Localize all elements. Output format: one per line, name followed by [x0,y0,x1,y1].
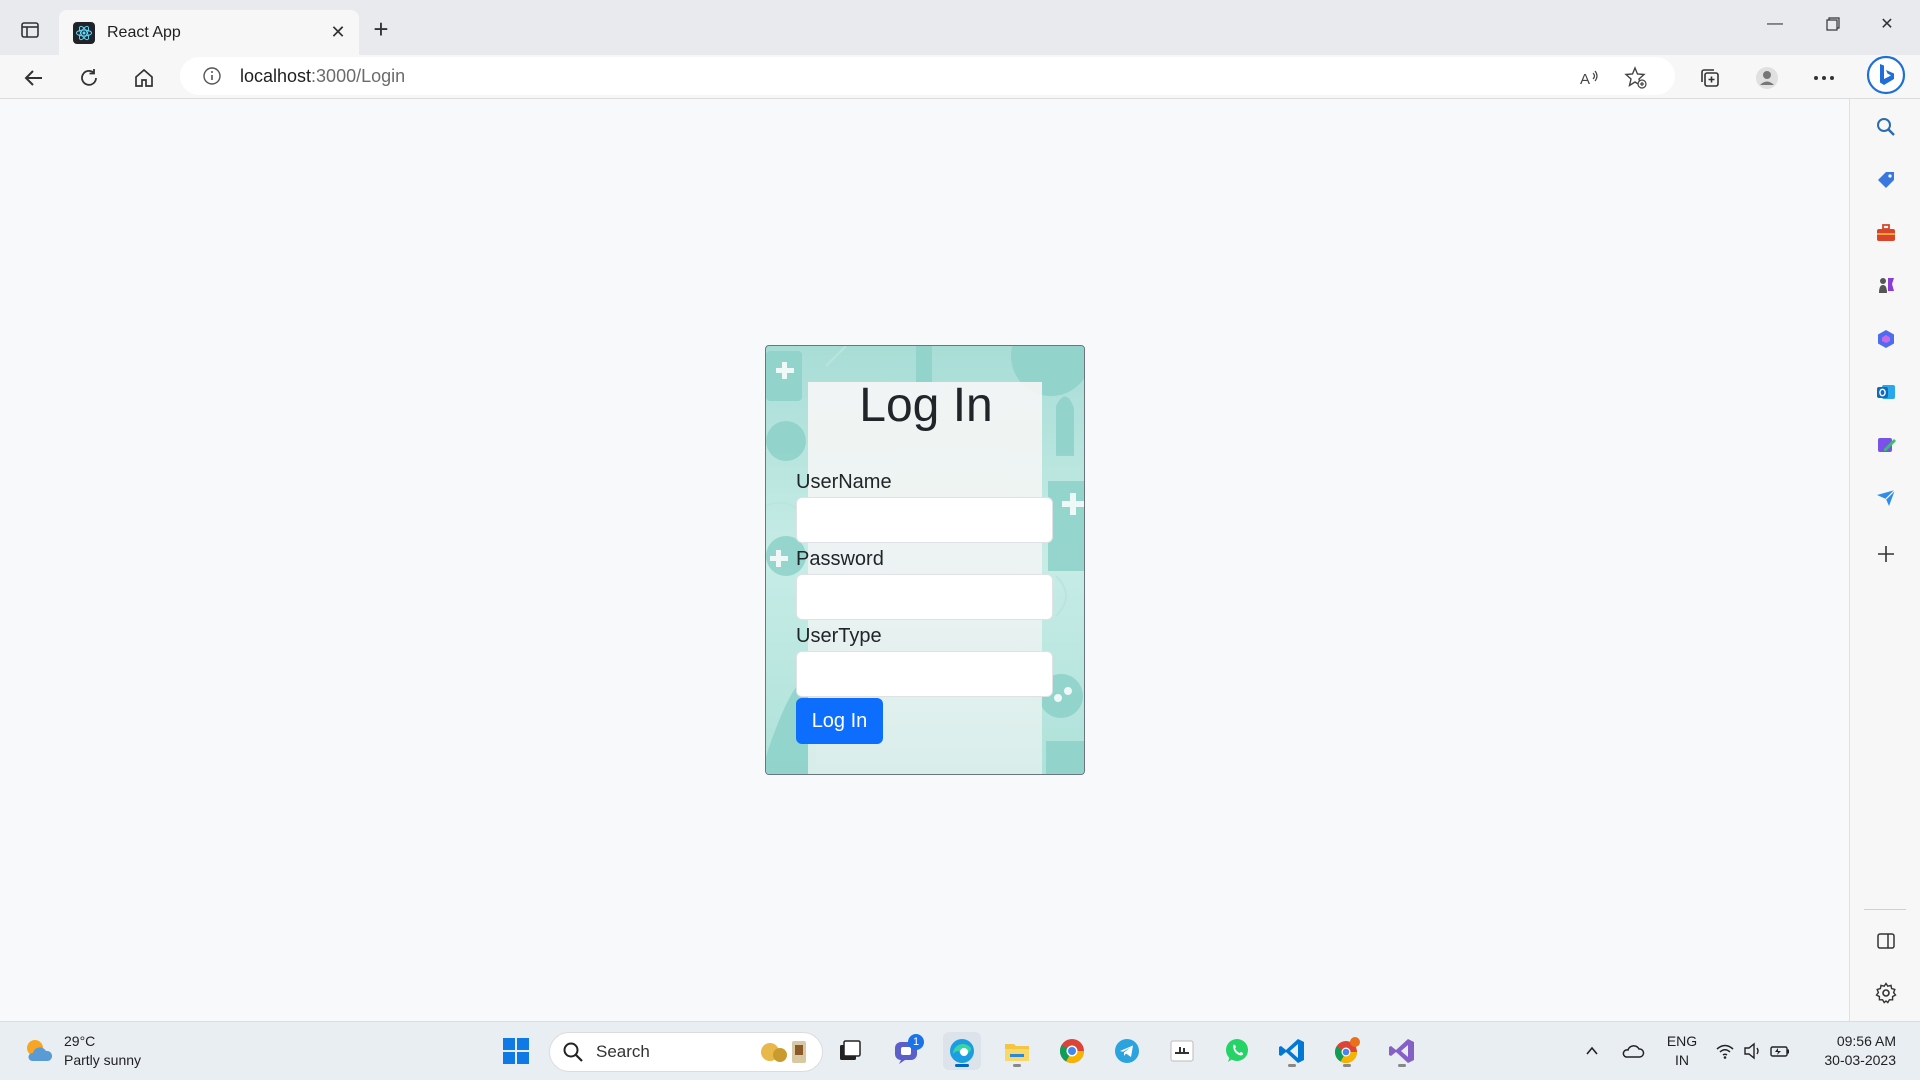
send-icon[interactable] [1872,484,1900,512]
hide-sidebar-icon[interactable] [1872,927,1900,955]
tab-title: React App [107,23,181,41]
address-url: localhost:3000/Login [240,65,406,86]
outlook-icon[interactable] [1872,378,1900,406]
svg-text:A: A [1580,71,1590,88]
react-logo-icon [73,21,95,44]
windows-start-icon[interactable] [497,1032,535,1070]
password-label: Password [796,548,884,570]
clock-date: 30-03-2023 [1824,1052,1896,1068]
password-input[interactable] [796,574,1053,620]
login-heading: Log In [859,379,993,432]
show-hidden-icons-chevron-icon[interactable] [1573,1032,1611,1070]
usertype-input[interactable] [796,651,1053,697]
more-options-icon[interactable] [1806,60,1842,96]
back-icon[interactable] [16,60,52,96]
login-card: Log In UserName Password UserType Log In [765,345,1085,775]
vscode-icon[interactable] [1273,1032,1311,1070]
running-indicator [1398,1064,1406,1067]
search-icon [563,1042,583,1062]
weather-description: Partly sunny [64,1052,142,1068]
wifi-icon [1716,1044,1734,1059]
battery-icon [1770,1046,1789,1057]
username-input[interactable] [796,497,1053,543]
edge-sidebar [1849,99,1920,1021]
edge-taskbar-icon[interactable] [943,1032,981,1070]
browser-tab[interactable]: React App ✕ [59,10,359,55]
tools-icon[interactable] [1872,219,1900,247]
close-window-icon[interactable]: ✕ [1864,6,1910,42]
taskbar-search[interactable]: Search [549,1032,823,1072]
teams-chat-icon[interactable]: 1 [888,1032,926,1070]
running-indicator [1343,1064,1351,1067]
active-indicator [955,1064,969,1067]
bing-copilot-icon[interactable] [1864,53,1908,97]
network-sound-battery-tray[interactable] [1708,1032,1798,1070]
search-highlight-icon [761,1041,806,1063]
snipping-app-icon[interactable] [1163,1032,1201,1070]
weather-temperature: 29°C [64,1033,96,1049]
home-icon[interactable] [126,60,162,96]
address-bar[interactable]: localhost:3000/Login A [180,57,1675,95]
tab-actions-icon[interactable] [14,14,46,46]
telegram-icon[interactable] [1108,1032,1146,1070]
username-label: UserName [796,471,892,493]
visual-studio-icon[interactable] [1383,1032,1421,1070]
file-explorer-icon[interactable] [998,1032,1036,1070]
chrome-profile-icon[interactable] [1328,1032,1366,1070]
weather-widget[interactable]: 29°C Partly sunny [22,1032,141,1070]
task-view-icon[interactable] [831,1032,869,1070]
browser-toolbar: localhost:3000/Login A [0,55,1920,99]
partly-sunny-icon [27,1040,53,1061]
region-code: IN [1675,1052,1689,1068]
minimize-icon[interactable]: — [1752,6,1798,42]
running-indicator [1288,1064,1296,1067]
clock-time: 09:56 AM [1836,1033,1896,1049]
volume-icon [1744,1042,1759,1060]
language-indicator[interactable]: ENG IN [1660,1032,1704,1070]
login-button[interactable]: Log In [796,698,883,744]
new-tab-icon[interactable]: + [366,14,396,44]
collections-icon[interactable] [1692,60,1728,96]
add-sidebar-app-icon[interactable] [1872,540,1900,568]
microsoft-365-icon[interactable] [1872,325,1900,353]
whatsapp-icon[interactable] [1218,1032,1256,1070]
chrome-icon[interactable] [1053,1032,1091,1070]
search-label: Search [596,1042,650,1061]
favorite-star-icon[interactable] [1624,66,1648,90]
search-icon[interactable] [1872,113,1900,141]
language-code: ENG [1666,1033,1698,1049]
site-info-icon[interactable] [200,64,224,88]
clock[interactable]: 09:56 AM 30-03-2023 [1806,1032,1896,1070]
sidebar-divider [1864,909,1906,910]
restore-icon[interactable] [1810,6,1856,42]
read-aloud-icon[interactable]: A [1578,66,1602,90]
tab-close-icon[interactable]: ✕ [327,21,349,43]
drop-icon[interactable] [1872,431,1900,459]
shopping-tag-icon[interactable] [1872,166,1900,194]
usertype-label: UserType [796,625,882,647]
onedrive-cloud-icon[interactable] [1614,1032,1652,1070]
settings-gear-icon[interactable] [1872,979,1900,1007]
tab-bar: React App ✕ + — ✕ [0,0,1920,55]
refresh-icon[interactable] [71,60,107,96]
running-indicator [1013,1064,1021,1067]
games-icon[interactable] [1872,272,1900,300]
windows-taskbar: 29°C Partly sunny Search 1 ENG IN 09:56 … [0,1021,1920,1080]
teams-notification-badge: 1 [908,1034,924,1050]
profile-icon[interactable] [1749,60,1785,96]
